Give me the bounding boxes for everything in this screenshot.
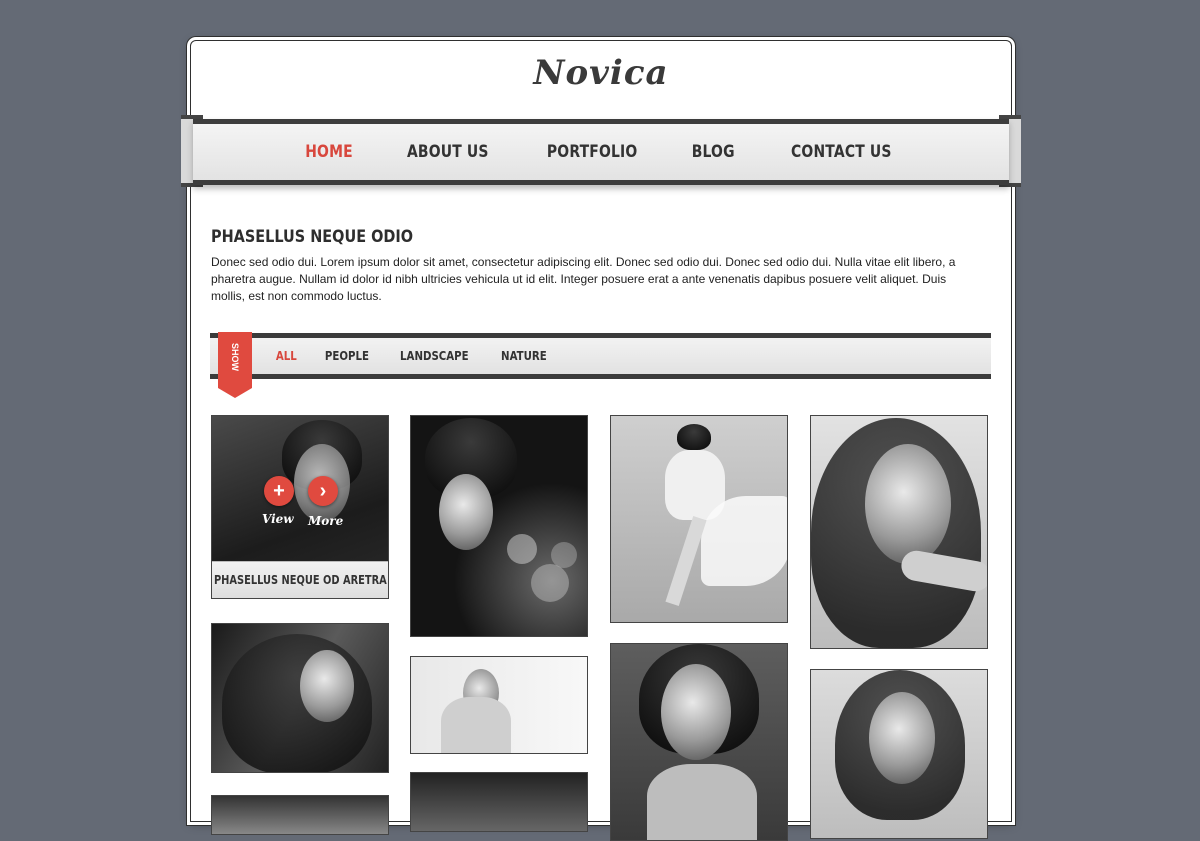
face-shape [661,664,731,760]
site-logo[interactable]: Novica [191,53,1011,93]
intro-title: PHASELLUS NEQUE ODIO [211,227,414,247]
nav-item-portfolio[interactable]: PORTFOLIO [547,142,637,162]
fabric-shape [701,496,787,586]
gallery-item[interactable] [610,415,788,623]
face-shape [300,650,354,722]
intro-text: Donec sed odio dui. Lorem ipsum dolor si… [211,255,956,303]
face-shape [865,444,951,564]
hair-shape [677,424,711,450]
nav-ribbon: HOME ABOUT US PORTFOLIO BLOG CONTACT US [181,115,1021,187]
nav-item-contact-us[interactable]: CONTACT US [791,142,892,162]
nav-item-blog[interactable]: BLOG [692,142,735,162]
main-nav: HOME ABOUT US PORTFOLIO BLOG CONTACT US [193,119,1009,185]
nav-item-home[interactable]: HOME [305,142,353,162]
portrait-photo [411,416,587,636]
portrait-photo [212,624,388,772]
filter-landscape[interactable]: LANDSCAPE [400,349,469,363]
portrait-photo [811,416,987,648]
portrait-photo [212,796,388,834]
nav-item-about-us[interactable]: ABOUT US [407,142,489,162]
filter-nature[interactable]: NATURE [501,349,547,363]
filter-bar: SHOW ALL PEOPLE LANDSCAPE NATURE [210,332,991,398]
gallery-item[interactable] [410,656,588,754]
page-container: Novica HOME ABOUT US PORTFOLIO BLOG CONT… [181,40,1021,841]
show-label: SHOW [230,343,240,371]
portrait-photo [411,657,587,753]
bokeh-light [531,564,569,602]
shoulder-shape [441,697,511,753]
chevron-right-icon[interactable]: › [308,476,338,506]
featured-caption-bar: PHASELLUS NEQUE OD ARETRA [212,561,388,598]
shoulder-shape [647,764,757,840]
gallery-item[interactable] [211,623,389,773]
view-label: View [262,512,294,526]
portrait-photo [811,670,987,838]
dancer-photo [611,416,787,622]
face-shape [869,692,935,784]
filter-all[interactable]: ALL [276,349,297,363]
gallery-item[interactable] [211,795,389,835]
gallery-item[interactable] [410,772,588,832]
plus-icon[interactable]: + [264,476,294,506]
more-label: More [308,514,344,528]
gallery-item[interactable] [610,643,788,841]
bokeh-light [507,534,537,564]
portrait-photo [611,644,787,840]
filter-people[interactable]: PEOPLE [324,349,368,363]
gallery-item[interactable] [810,669,988,839]
face-shape [439,474,493,550]
bokeh-light [551,542,577,568]
featured-caption: PHASELLUS NEQUE OD ARETRA [213,573,387,587]
portrait-photo [411,773,587,831]
gallery-item-featured[interactable]: + › View More PHASELLUS NEQUE OD ARETRA [211,415,389,599]
gallery-item[interactable] [410,415,588,637]
gallery-item[interactable] [810,415,988,649]
show-ribbon-tag: SHOW [218,332,252,398]
